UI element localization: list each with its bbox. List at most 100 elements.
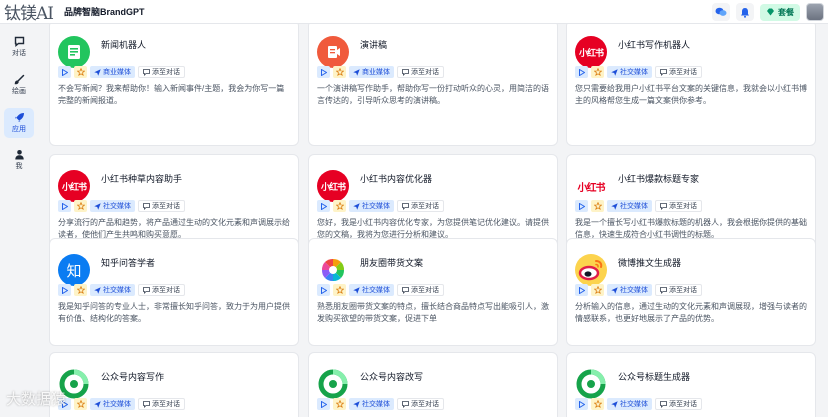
category-tag[interactable]: 社交媒体 — [349, 200, 394, 212]
send-icon — [94, 400, 101, 408]
send-icon — [94, 68, 101, 76]
add-to-chat-button[interactable]: 添至对话 — [655, 66, 702, 78]
chat-bubble-icon — [143, 286, 150, 294]
app-card-actions: 社交媒体 添至对话 — [575, 284, 702, 296]
user-avatar[interactable] — [806, 3, 824, 21]
app-card-actions: 商业媒体 添至对话 — [58, 66, 185, 78]
category-tag[interactable]: 社交媒体 — [349, 284, 394, 296]
app-card-official-writer[interactable]: 公众号内容写作 社交媒体 添至对话 — [49, 352, 299, 417]
app-card-title: 演讲稿 — [360, 40, 388, 50]
app-card-moments[interactable]: 朋友圈带货文案 社交媒体 添至对话 熟悉朋友圈带货文案的特点，擅长结合商品特点写… — [308, 238, 558, 346]
rocket-icon — [14, 113, 24, 122]
star-icon[interactable] — [74, 398, 87, 410]
play-icon[interactable] — [575, 284, 588, 296]
app-card-zhihu[interactable]: 知 知乎问答学者 社交媒体 添至对话 我是知乎问答的专业人士，非常擅长知乎问答，… — [49, 238, 299, 346]
add-to-chat-button[interactable]: 添至对话 — [655, 398, 702, 410]
category-tag[interactable]: 社交媒体 — [607, 284, 652, 296]
app-card-description: 您只需要给我用户小红书平台文案的关键信息，我就会以小红书博主的风格帮您生成一篇文… — [575, 84, 807, 105]
star-icon[interactable] — [591, 398, 604, 410]
diamond-icon — [767, 8, 774, 16]
star-icon[interactable] — [591, 200, 604, 212]
category-tag[interactable]: 商业媒体 — [349, 66, 394, 78]
star-icon[interactable] — [591, 66, 604, 78]
news-icon — [58, 36, 90, 68]
star-icon[interactable] — [74, 200, 87, 212]
app-card-actions: 社交媒体 添至对话 — [58, 398, 185, 410]
sidebar-item-draw[interactable]: 绘画 — [4, 70, 34, 100]
app-card-actions: 社交媒体 添至对话 — [58, 200, 185, 212]
bell-icon[interactable] — [736, 3, 754, 21]
add-to-chat-button[interactable]: 添至对话 — [138, 200, 185, 212]
play-icon[interactable] — [575, 66, 588, 78]
category-tag[interactable]: 社交媒体 — [90, 398, 135, 410]
play-icon[interactable] — [58, 200, 71, 212]
star-icon[interactable] — [333, 66, 346, 78]
app-card-xhs-writer[interactable]: 小红书 小红书写作机器人 社交媒体 添至对话 您只需要给我用户小红书平台文案的关… — [566, 24, 816, 146]
app-card-title: 朋友圈带货文案 — [360, 258, 424, 268]
sidebar-item-me[interactable]: 我 — [4, 145, 34, 175]
star-icon[interactable] — [333, 398, 346, 410]
add-to-chat-button[interactable]: 添至对话 — [397, 398, 444, 410]
play-icon[interactable] — [58, 284, 71, 296]
play-icon[interactable] — [58, 66, 71, 78]
user-icon — [14, 150, 24, 160]
category-tag[interactable]: 社交媒体 — [90, 200, 135, 212]
add-to-chat-button[interactable]: 添至对话 — [397, 284, 444, 296]
add-to-chat-label: 添至对话 — [669, 203, 697, 210]
play-icon[interactable] — [317, 398, 330, 410]
add-to-chat-button[interactable]: 添至对话 — [138, 284, 185, 296]
category-tag[interactable]: 社交媒体 — [607, 66, 652, 78]
app-card-weibo[interactable]: 微博推文生成器 社交媒体 添至对话 分析输入的信息，通过生动的文化元素和声调展现… — [566, 238, 816, 346]
play-icon[interactable] — [317, 200, 330, 212]
app-card-actions: 社交媒体 添至对话 — [575, 66, 702, 78]
add-to-chat-button[interactable]: 添至对话 — [138, 66, 185, 78]
sidebar-item-label: 我 — [15, 163, 23, 170]
category-tag[interactable]: 社交媒体 — [607, 398, 652, 410]
add-to-chat-button[interactable]: 添至对话 — [655, 200, 702, 212]
app-card-actions: 社交媒体 添至对话 — [58, 284, 185, 296]
xiaohongshu-icon: 小红书 — [317, 170, 349, 202]
send-icon — [353, 286, 360, 294]
app-card-description: 不会写新闻？我来帮助你！输入新闻事件/主题，我会为你写一篇完整的新闻报道。 — [58, 84, 285, 105]
add-to-chat-button[interactable]: 添至对话 — [397, 200, 444, 212]
app-card-news-bot[interactable]: 新闻机器人 商业媒体 添至对话 不会写新闻？我来帮助你！输入新闻事件/主题，我会… — [49, 24, 299, 146]
app-logo[interactable]: 钛镁AI — [0, 0, 56, 24]
package-button[interactable]: 套餐 — [760, 3, 800, 21]
brush-icon — [14, 74, 24, 85]
category-tag[interactable]: 社交媒体 — [90, 284, 135, 296]
add-to-chat-label: 添至对话 — [669, 69, 697, 76]
app-card-official-titles[interactable]: 公众号标题生成器 社交媒体 添至对话 — [566, 352, 816, 417]
play-icon[interactable] — [317, 284, 330, 296]
star-icon[interactable] — [333, 200, 346, 212]
add-to-chat-label: 添至对话 — [669, 401, 697, 408]
add-to-chat-label: 添至对话 — [669, 287, 697, 294]
category-tag-label: 社交媒体 — [362, 401, 390, 408]
category-tag[interactable]: 社交媒体 — [349, 398, 394, 410]
package-label: 套餐 — [778, 7, 794, 17]
top-right-actions: 套餐 — [712, 3, 824, 21]
wechat-icon[interactable] — [712, 3, 730, 21]
star-icon[interactable] — [333, 284, 346, 296]
category-tag[interactable]: 商业媒体 — [90, 66, 135, 78]
sidebar-item-chat[interactable]: 对话 — [4, 32, 34, 62]
play-icon[interactable] — [317, 66, 330, 78]
top-bar: 钛镁AI 品牌智脑BrandGPT 套餐 — [0, 0, 828, 24]
play-icon[interactable] — [575, 398, 588, 410]
add-to-chat-button[interactable]: 添至对话 — [397, 66, 444, 78]
app-card-description: 我是知乎问答的专业人士，非常擅长知乎问答，致力于为用户提供有价值、结构化的答案。 — [58, 302, 290, 323]
add-to-chat-label: 添至对话 — [152, 203, 180, 210]
star-icon[interactable] — [74, 66, 87, 78]
star-icon[interactable] — [591, 284, 604, 296]
category-tag[interactable]: 社交媒体 — [607, 200, 652, 212]
play-icon[interactable] — [575, 200, 588, 212]
chat-bubble-icon — [143, 400, 150, 408]
app-card-title: 知乎问答学者 — [101, 258, 156, 268]
app-card-title: 新闻机器人 — [101, 40, 147, 50]
sidebar-item-apps[interactable]: 应用 — [4, 108, 34, 138]
app-card-official-rewrite[interactable]: 公众号内容改写 社交媒体 添至对话 — [308, 352, 558, 417]
watermark-text: 大数据猿 — [6, 390, 67, 408]
add-to-chat-button[interactable]: 添至对话 — [655, 284, 702, 296]
star-icon[interactable] — [74, 284, 87, 296]
app-card-speech[interactable]: 演讲稿 商业媒体 添至对话 一个演讲稿写作助手，帮助你写一份打动听众的心灵，用简… — [308, 24, 558, 146]
add-to-chat-button[interactable]: 添至对话 — [138, 398, 185, 410]
